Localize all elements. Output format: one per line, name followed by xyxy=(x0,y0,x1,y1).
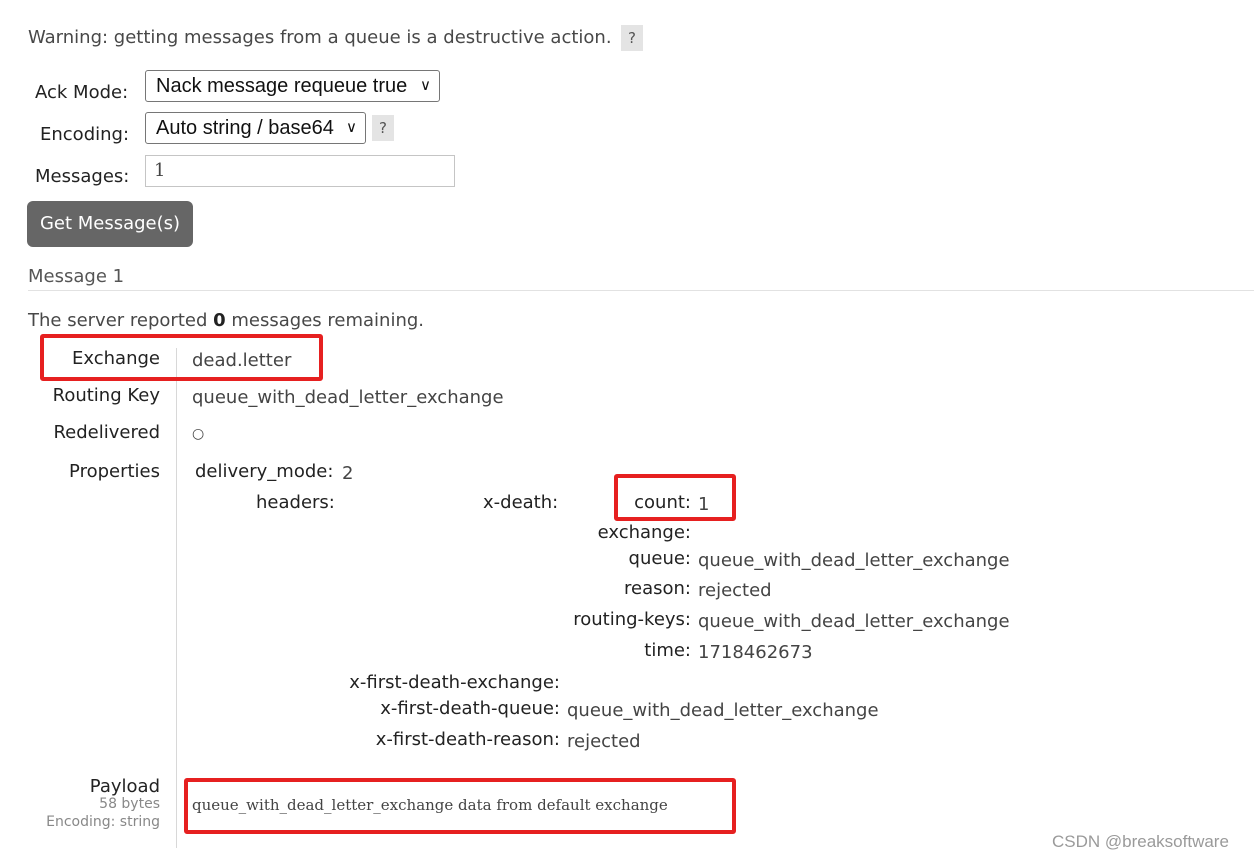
watermark: CSDN @breaksoftware xyxy=(1052,832,1229,851)
messages-label: Messages: xyxy=(35,166,130,187)
remaining-count: 0 xyxy=(213,310,226,331)
chevron-down-icon: ∨ xyxy=(346,119,357,136)
message-section-title: Message 1 xyxy=(28,266,125,287)
count-highlight-box xyxy=(614,474,736,521)
warning-text: Warning: getting messages from a queue i… xyxy=(28,27,612,48)
redelivered-value: ○ xyxy=(192,426,205,442)
payload-highlight-box xyxy=(184,778,736,834)
messages-input[interactable]: 1 xyxy=(145,155,455,187)
xdeath-reason-key: reason: xyxy=(624,578,691,599)
encoding-help-button[interactable]: ? xyxy=(372,115,394,141)
payload-label: Payload xyxy=(89,776,160,797)
first-death-exchange-key: x-first-death-exchange: xyxy=(349,672,560,693)
xdeath-queue-key: queue: xyxy=(628,548,691,569)
ack-mode-label: Ack Mode: xyxy=(35,82,129,103)
first-death-reason-key: x-first-death-reason: xyxy=(375,729,560,750)
payload-encoding: Encoding: string xyxy=(46,814,160,830)
delivery-mode-value: 2 xyxy=(342,463,354,484)
xdeath-routing-keys-value: queue_with_dead_letter_exchange xyxy=(698,611,1010,632)
xdeath-time-key: time: xyxy=(644,640,691,661)
remaining-suffix: messages remaining. xyxy=(231,310,424,331)
xdeath-queue-value: queue_with_dead_letter_exchange xyxy=(698,550,1010,571)
xdeath-time-value: 1718462673 xyxy=(698,642,813,663)
encoding-label: Encoding: xyxy=(40,124,130,145)
encoding-select[interactable]: Auto string / base64 ∨ xyxy=(145,112,366,144)
column-divider xyxy=(176,348,177,848)
warning-help-button[interactable]: ? xyxy=(621,25,643,51)
delivery-mode-key: delivery_mode: xyxy=(195,461,334,482)
ack-mode-value: Nack message requeue true xyxy=(156,75,408,97)
xdeath-reason-value: rejected xyxy=(698,580,772,601)
exchange-highlight-box xyxy=(40,334,323,381)
encoding-value: Auto string / base64 xyxy=(156,117,334,139)
first-death-queue-key: x-first-death-queue: xyxy=(380,698,560,719)
payload-size: 58 bytes xyxy=(99,796,160,812)
xdeath-exchange-key: exchange: xyxy=(597,522,691,543)
routing-key-label: Routing Key xyxy=(52,385,160,406)
headers-key: headers: xyxy=(256,492,335,513)
first-death-queue-value: queue_with_dead_letter_exchange xyxy=(567,700,879,721)
first-death-reason-value: rejected xyxy=(567,731,641,752)
remaining-prefix: The server reported xyxy=(28,310,208,331)
xdeath-routing-keys-key: routing-keys: xyxy=(573,609,691,630)
redelivered-label: Redelivered xyxy=(53,422,160,443)
ack-mode-select[interactable]: Nack message requeue true ∨ xyxy=(145,70,440,102)
remaining-text: The server reported 0 messages remaining… xyxy=(28,310,424,331)
section-divider xyxy=(28,290,1254,291)
routing-key-value: queue_with_dead_letter_exchange xyxy=(192,387,504,408)
chevron-down-icon: ∨ xyxy=(420,77,431,94)
get-messages-button[interactable]: Get Message(s) xyxy=(27,201,193,247)
properties-label: Properties xyxy=(69,461,160,482)
